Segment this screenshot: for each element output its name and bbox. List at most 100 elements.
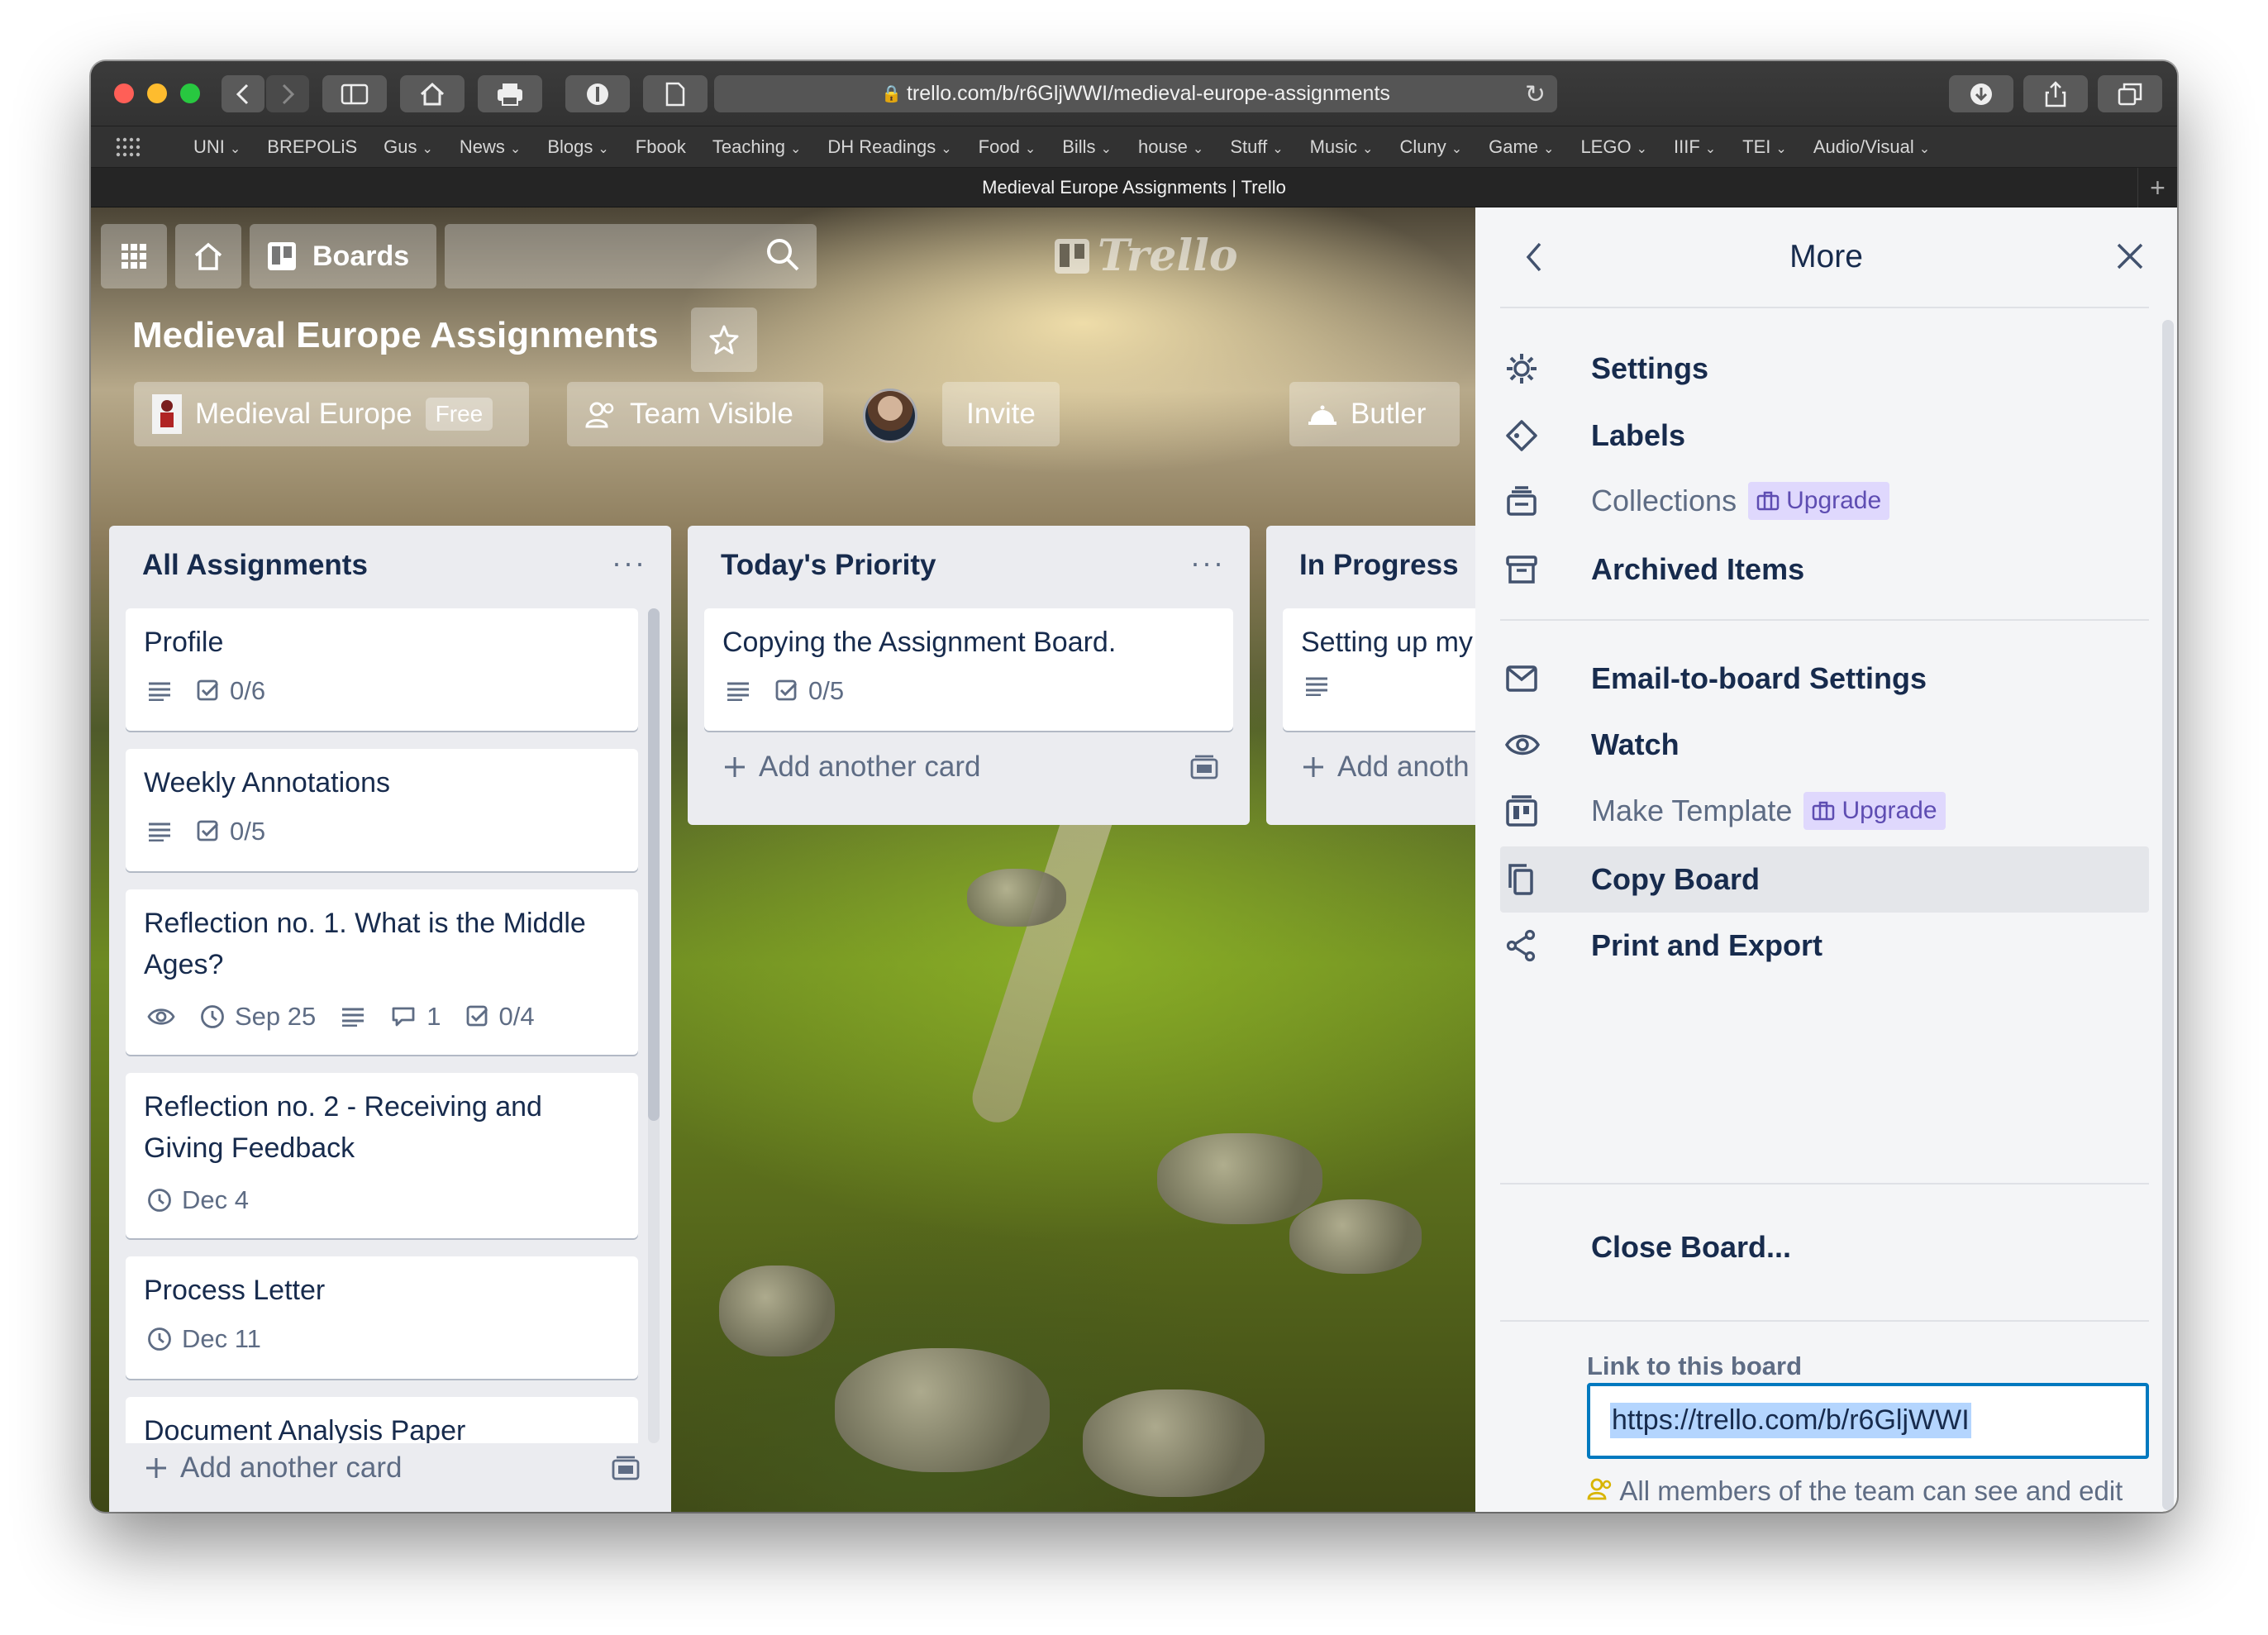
grid-icon[interactable] bbox=[116, 137, 141, 157]
list-menu-button[interactable]: ··· bbox=[612, 546, 646, 580]
briefcase-icon bbox=[1813, 801, 1835, 821]
menu-item-watch[interactable]: Watch bbox=[1500, 712, 2149, 778]
print-button[interactable] bbox=[478, 75, 542, 112]
extension-button[interactable] bbox=[565, 75, 630, 112]
bookmark-stuff[interactable]: Stuff ⌄ bbox=[1230, 136, 1283, 158]
card-badges: Dec 4 bbox=[147, 1185, 249, 1215]
menu-item-collections[interactable]: Collections Upgrade bbox=[1500, 468, 2149, 534]
menu-item-email-to-board[interactable]: Email-to-board Settings bbox=[1500, 646, 2149, 712]
list-title[interactable]: Today's Priority bbox=[721, 549, 936, 582]
bookmark-news[interactable]: News ⌄ bbox=[460, 136, 521, 158]
chevron-down-icon: ⌄ bbox=[1272, 141, 1284, 156]
bookmark-music[interactable]: Music ⌄ bbox=[1310, 136, 1374, 158]
list-title[interactable]: All Assignments bbox=[142, 549, 368, 582]
menu-item-settings[interactable]: Settings bbox=[1500, 336, 2149, 402]
card[interactable]: Reflection no. 2 - Receiving and Giving … bbox=[126, 1073, 638, 1238]
chevron-down-icon: ⌄ bbox=[1918, 141, 1931, 156]
card[interactable]: Process Letter Dec 11 bbox=[126, 1256, 638, 1379]
menu-title: More bbox=[1789, 239, 1863, 274]
active-tab-title[interactable]: Medieval Europe Assignments | Trello bbox=[982, 177, 1286, 198]
board-link-input[interactable]: https://trello.com/b/r6GljWWI bbox=[1587, 1383, 2149, 1459]
trello-logo[interactable]: Trello bbox=[1053, 231, 1238, 281]
home-icon bbox=[420, 82, 445, 105]
home-nav-button[interactable] bbox=[175, 224, 241, 288]
bookmark-fbook[interactable]: Fbook bbox=[636, 136, 686, 158]
bookmark-game[interactable]: Game ⌄ bbox=[1489, 136, 1554, 158]
minimize-window-button[interactable] bbox=[147, 83, 167, 103]
list-title[interactable]: In Progress bbox=[1299, 549, 1459, 582]
new-tab-button[interactable]: + bbox=[2137, 168, 2177, 207]
card-badges: Dec 11 bbox=[147, 1324, 261, 1354]
menu-item-labels[interactable]: Labels bbox=[1500, 403, 2149, 469]
bookmark-bills[interactable]: Bills ⌄ bbox=[1062, 136, 1112, 158]
card[interactable]: Copying the Assignment Board. 0/5 bbox=[704, 608, 1233, 731]
upgrade-label: Upgrade bbox=[1786, 487, 1882, 514]
bookmark-food[interactable]: Food ⌄ bbox=[979, 136, 1036, 158]
card-template-icon[interactable] bbox=[1190, 755, 1218, 779]
home-button[interactable] bbox=[400, 75, 465, 112]
upgrade-badge[interactable]: Upgrade bbox=[1803, 792, 1946, 830]
menu-item-copy-board[interactable]: Copy Board bbox=[1500, 846, 2149, 913]
bookmark-audio-visual[interactable]: Audio/Visual ⌄ bbox=[1813, 136, 1930, 158]
team-button[interactable]: Medieval Europe Free bbox=[134, 382, 529, 446]
list-all-assignments: All Assignments ··· Profile 0/6 Weekly A… bbox=[109, 526, 671, 1512]
browser-window: 🔒 trello.com/b/r6GljWWI/medieval-europe-… bbox=[91, 61, 2177, 1512]
member-avatar[interactable] bbox=[863, 388, 917, 443]
menu-item-print-export[interactable]: Print and Export bbox=[1500, 913, 2149, 979]
card[interactable]: Reflection no. 1. What is the Middle Age… bbox=[126, 889, 638, 1055]
downloads-button[interactable] bbox=[1949, 75, 2013, 112]
list-menu-button[interactable]: ··· bbox=[1190, 546, 1225, 580]
star-board-button[interactable] bbox=[691, 307, 757, 372]
card-title: Copying the Assignment Board. bbox=[722, 627, 1117, 658]
add-card-button[interactable]: Add another card bbox=[722, 751, 981, 784]
close-window-button[interactable] bbox=[114, 83, 134, 103]
description-icon bbox=[1306, 677, 1327, 696]
card-title-line: Reflection no. 2 - Receiving and bbox=[144, 1091, 542, 1123]
forward-button[interactable] bbox=[266, 75, 309, 112]
card-template-icon[interactable] bbox=[612, 1456, 640, 1480]
tag-icon bbox=[1506, 420, 1537, 451]
invite-button[interactable]: Invite bbox=[942, 382, 1060, 446]
bookmark-brepolis[interactable]: BREPOLiS bbox=[267, 136, 357, 158]
bookmark-iiif[interactable]: IIIF ⌄ bbox=[1674, 136, 1716, 158]
bookmark-lego[interactable]: LEGO ⌄ bbox=[1580, 136, 1647, 158]
bookmark-house[interactable]: house ⌄ bbox=[1138, 136, 1203, 158]
clock-icon bbox=[201, 1005, 224, 1028]
reader-button[interactable] bbox=[643, 75, 708, 112]
apps-grid-icon bbox=[122, 244, 146, 269]
bookmark-tei[interactable]: TEI ⌄ bbox=[1742, 136, 1787, 158]
bookmark-uni[interactable]: UNI ⌄ bbox=[193, 136, 241, 158]
bookmark-gus[interactable]: Gus ⌄ bbox=[384, 136, 433, 158]
card[interactable]: Document Analysis Paper bbox=[126, 1397, 638, 1443]
bookmark-cluny[interactable]: Cluny ⌄ bbox=[1399, 136, 1462, 158]
address-bar[interactable]: 🔒 trello.com/b/r6GljWWI/medieval-europe-… bbox=[714, 75, 1557, 112]
visibility-button[interactable]: Team Visible bbox=[567, 382, 823, 446]
back-button[interactable] bbox=[222, 75, 264, 112]
chevron-right-icon bbox=[282, 83, 295, 104]
search-input[interactable] bbox=[445, 224, 817, 288]
bookmark-dh-readings[interactable]: DH Readings ⌄ bbox=[827, 136, 951, 158]
list-scrollbar[interactable] bbox=[648, 608, 660, 1443]
add-card-button[interactable]: Add anoth bbox=[1301, 751, 1470, 784]
apps-button[interactable] bbox=[101, 224, 167, 288]
card-title: Reflection no. 1. What is the Middle Age… bbox=[144, 903, 586, 985]
bookmark-teaching[interactable]: Teaching ⌄ bbox=[712, 136, 801, 158]
boards-button[interactable]: Boards bbox=[250, 224, 436, 288]
share-button[interactable] bbox=[2023, 75, 2088, 112]
tabs-overview-button[interactable] bbox=[2098, 75, 2162, 112]
sidebar-toggle-button[interactable] bbox=[322, 75, 387, 112]
upgrade-badge[interactable]: Upgrade bbox=[1748, 482, 1890, 520]
card[interactable]: Weekly Annotations 0/5 bbox=[126, 749, 638, 871]
zoom-window-button[interactable] bbox=[180, 83, 200, 103]
bookmark-blogs[interactable]: Blogs ⌄ bbox=[547, 136, 608, 158]
reload-icon[interactable]: ↻ bbox=[1525, 80, 1546, 109]
close-icon[interactable] bbox=[2116, 242, 2144, 270]
card[interactable]: Profile 0/6 bbox=[126, 608, 638, 731]
board-title[interactable]: Medieval Europe Assignments bbox=[132, 315, 659, 356]
menu-item-archived-items[interactable]: Archived Items bbox=[1500, 536, 2149, 603]
add-card-button[interactable]: Add another card bbox=[144, 1451, 403, 1485]
menu-item-make-template[interactable]: Make Template Upgrade bbox=[1500, 778, 2149, 844]
butler-button[interactable]: Butler bbox=[1289, 382, 1460, 446]
menu-item-label: Labels bbox=[1591, 418, 1686, 452]
menu-item-close-board[interactable]: Close Board... bbox=[1500, 1214, 2149, 1280]
